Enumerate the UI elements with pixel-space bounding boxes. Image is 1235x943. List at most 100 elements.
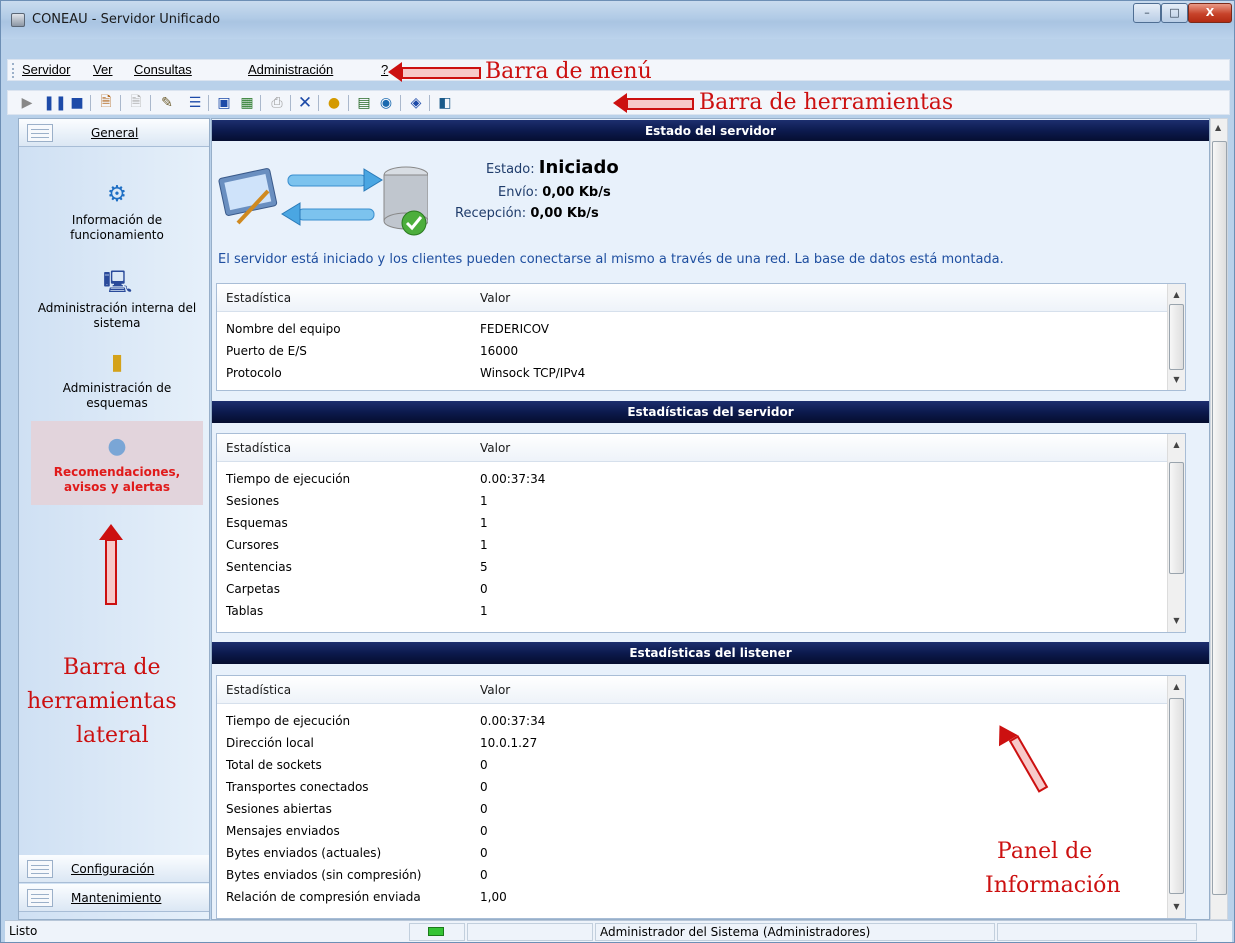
scroll-thumb[interactable] bbox=[1169, 698, 1184, 894]
toolbar-separator bbox=[318, 95, 319, 111]
info-icon[interactable]: ◈ bbox=[407, 94, 425, 112]
status-bar: Listo Administrador del Sistema (Adminis… bbox=[5, 920, 1232, 942]
scroll-down-icon[interactable]: ▼ bbox=[1168, 371, 1185, 388]
sidebar-tab-label: Mantenimiento bbox=[71, 890, 162, 905]
sidebar-tab-general[interactable]: General bbox=[19, 119, 209, 147]
sidebar-tab-configuracion[interactable]: Configuración bbox=[19, 855, 209, 883]
cell-name: Bytes enviados (sin compresión) bbox=[226, 868, 422, 882]
minimize-button[interactable]: – bbox=[1133, 3, 1161, 23]
scroll-up-icon[interactable]: ▲ bbox=[1168, 286, 1185, 303]
document-icon[interactable]: 🗎 bbox=[97, 94, 115, 112]
table-row[interactable]: Tablas 1 bbox=[217, 601, 1185, 623]
table-scrollbar[interactable]: ▲ ▼ bbox=[1167, 434, 1185, 632]
column-header-valor[interactable]: Valor bbox=[480, 683, 510, 697]
table-row[interactable]: Sesiones 1 bbox=[217, 491, 1185, 513]
stop-icon[interactable]: ■ bbox=[68, 94, 86, 112]
status-indicator bbox=[409, 923, 465, 941]
envio-line: Envío: 0,00 Kb/s bbox=[498, 185, 611, 200]
status-value: Iniciado bbox=[538, 157, 619, 178]
table-row[interactable]: Protocolo Winsock TCP/IPv4 bbox=[217, 363, 1185, 385]
close-button[interactable]: X bbox=[1188, 3, 1232, 23]
table-row[interactable]: Esquemas 1 bbox=[217, 513, 1185, 535]
sidebar-item-info-funcionamiento[interactable]: ⚙ Información de funcionamiento bbox=[31, 181, 203, 243]
menu-administracion[interactable]: Administración bbox=[248, 62, 333, 77]
sidebar-item-administracion-esquemas[interactable]: ▮ Administración de esquemas bbox=[31, 349, 203, 411]
play-icon[interactable]: ▶ bbox=[18, 94, 36, 112]
scroll-thumb[interactable] bbox=[1169, 304, 1184, 370]
cell-name: Sesiones bbox=[226, 494, 280, 508]
scroll-up-icon[interactable]: ▲ bbox=[1168, 436, 1185, 453]
toolbar-separator bbox=[348, 95, 349, 111]
table-row[interactable]: Sentencias 5 bbox=[217, 557, 1185, 579]
table-row[interactable]: Puerto de E/S 16000 bbox=[217, 341, 1185, 363]
table-row[interactable]: Carpetas 0 bbox=[217, 579, 1185, 601]
scroll-thumb[interactable] bbox=[1169, 462, 1184, 574]
sidebar-item-label: funcionamiento bbox=[70, 228, 164, 242]
sidebar-item-label: sistema bbox=[93, 316, 141, 330]
toolbar-separator bbox=[150, 95, 151, 111]
scroll-down-icon[interactable]: ▼ bbox=[1168, 612, 1185, 629]
table-row[interactable]: Tiempo de ejecución 0.00:37:34 bbox=[217, 469, 1185, 491]
section-header-listener: Estadísticas del listener bbox=[212, 642, 1209, 664]
globe-icon[interactable]: ◉ bbox=[377, 94, 395, 112]
table-row[interactable]: Sesiones abiertas 0 bbox=[217, 799, 1185, 821]
cell-value: FEDERICOV bbox=[480, 322, 550, 336]
edit-icon[interactable]: ✎ bbox=[158, 94, 176, 112]
disabled-document-icon[interactable]: 🗎 bbox=[127, 94, 145, 112]
annotation-side-3: lateral bbox=[76, 723, 149, 748]
table-scrollbar[interactable]: ▲ ▼ bbox=[1167, 284, 1185, 390]
cell-name: Puerto de E/S bbox=[226, 344, 307, 358]
table-scrollbar[interactable]: ▲ ▼ bbox=[1167, 676, 1185, 918]
annotation-arrow-toolbar-body bbox=[626, 98, 694, 110]
server-info-table: Estadística Valor Nombre del equipo FEDER… bbox=[216, 283, 1186, 391]
sidebar-item-label: avisos y alertas bbox=[64, 480, 170, 494]
column-header-estadistica[interactable]: Estadística bbox=[226, 441, 291, 455]
sidebar-item-recomendaciones[interactable]: ● Recomendaciones, avisos y alertas bbox=[31, 421, 203, 505]
help-icon[interactable]: ● bbox=[325, 94, 343, 112]
sidebar-item-administracion-interna[interactable]: 🖳 Administración interna del sistema bbox=[31, 269, 203, 331]
sidebar-tab-mantenimiento[interactable]: Mantenimiento bbox=[19, 884, 209, 912]
connection-led-icon bbox=[428, 927, 444, 936]
scroll-up-icon[interactable]: ▲ bbox=[1168, 678, 1185, 695]
form-icon[interactable]: ▦ bbox=[238, 94, 256, 112]
toolbar-separator bbox=[400, 95, 401, 111]
annotation-arrow-menu bbox=[388, 62, 402, 82]
annotation-menu-bar: Barra de menú bbox=[485, 59, 652, 84]
column-header-estadistica[interactable]: Estadística bbox=[226, 683, 291, 697]
section-header-estado: Estado del servidor bbox=[212, 120, 1209, 142]
scroll-thumb[interactable] bbox=[1212, 141, 1227, 895]
menu-ver[interactable]: Ver bbox=[93, 62, 113, 77]
scroll-down-icon[interactable]: ▼ bbox=[1168, 898, 1185, 915]
column-header-valor[interactable]: Valor bbox=[480, 441, 510, 455]
delete-icon[interactable]: ✕ bbox=[296, 93, 314, 113]
main-scrollbar[interactable]: ▲ bbox=[1210, 118, 1228, 920]
title-bar: CONEAU - Servidor Unificado – □ X bbox=[1, 1, 1234, 39]
table-row[interactable]: Nombre del equipo FEDERICOV bbox=[217, 319, 1185, 341]
exit-icon[interactable]: ◧ bbox=[436, 94, 454, 112]
table-row[interactable]: Tiempo de ejecución 0.00:37:34 bbox=[217, 711, 1185, 733]
table-row[interactable]: Dirección local 10.0.1.27 bbox=[217, 733, 1185, 755]
cell-name: Protocolo bbox=[226, 366, 282, 380]
cell-name: Tiempo de ejecución bbox=[226, 472, 351, 486]
server-status-area: Estado: Iniciado Envío: 0,00 Kb/s Recepc… bbox=[212, 141, 1209, 271]
print-icon[interactable]: ⎙ bbox=[268, 94, 286, 112]
section-header-servidor: Estadísticas del servidor bbox=[212, 401, 1209, 423]
cell-value: 0 bbox=[480, 824, 488, 838]
scroll-up-icon[interactable]: ▲ bbox=[1215, 123, 1221, 132]
column-header-valor[interactable]: Valor bbox=[480, 291, 510, 305]
pause-icon[interactable]: ❚❚ bbox=[43, 94, 66, 112]
status-empty-2 bbox=[997, 923, 1197, 941]
sidebar-item-label: Información de bbox=[71, 213, 163, 227]
cell-value: 1 bbox=[480, 494, 488, 508]
menu-consultas[interactable]: Consultas bbox=[134, 62, 192, 77]
table-row[interactable]: Cursores 1 bbox=[217, 535, 1185, 557]
sidebar: General ⚙ Información de funcionamiento … bbox=[18, 118, 210, 920]
maximize-button[interactable]: □ bbox=[1161, 3, 1188, 23]
console-icon[interactable]: ▣ bbox=[215, 94, 233, 112]
folder-icon[interactable]: ▤ bbox=[355, 94, 373, 112]
status-line: Estado: Iniciado bbox=[486, 157, 619, 178]
menu-servidor[interactable]: Servidor bbox=[22, 62, 70, 77]
cell-value: 10.0.1.27 bbox=[480, 736, 538, 750]
tree-icon[interactable]: ☰ bbox=[186, 94, 204, 112]
column-header-estadistica[interactable]: Estadística bbox=[226, 291, 291, 305]
